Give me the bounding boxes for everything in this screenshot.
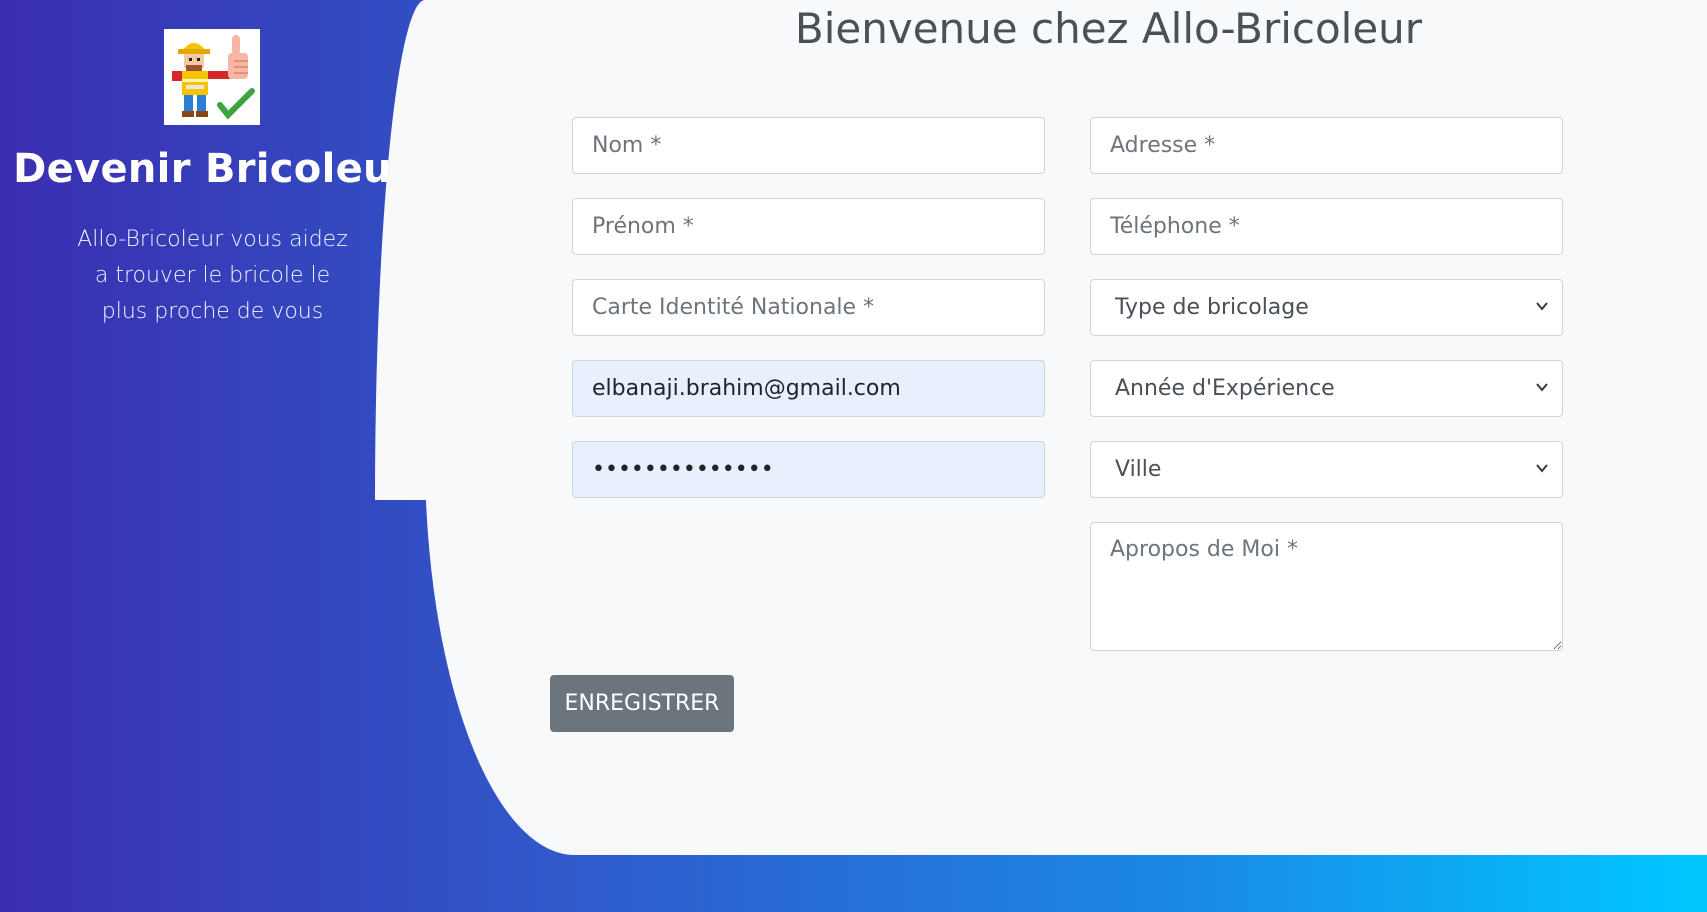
password-input[interactable] bbox=[572, 441, 1045, 498]
experience-select[interactable]: Année d'Expérience bbox=[1090, 360, 1563, 417]
type-bricolage-wrap: Type de bricolage bbox=[1090, 279, 1563, 336]
registration-panel: Bienvenue chez Allo-Bricoleur Type de br… bbox=[375, 0, 1707, 855]
experience-wrap: Année d'Expérience bbox=[1090, 360, 1563, 417]
cin-input[interactable] bbox=[572, 279, 1045, 336]
nom-input[interactable] bbox=[572, 117, 1045, 174]
ville-select[interactable]: Ville bbox=[1090, 441, 1563, 498]
sidebar-description: Allo-Bricoleur vous aidez a trouver le b… bbox=[77, 227, 348, 324]
apropos-textarea[interactable] bbox=[1090, 522, 1563, 651]
page-title: Bienvenue chez Allo-Bricoleur bbox=[794, 4, 1423, 53]
adresse-input[interactable] bbox=[1090, 117, 1563, 174]
prenom-input[interactable] bbox=[572, 198, 1045, 255]
type-bricolage-select[interactable]: Type de bricolage bbox=[1090, 279, 1563, 336]
sidebar: Devenir Bricoleur Allo-Bricoleur vous ai… bbox=[0, 0, 425, 912]
handyman-thumbs-up-icon bbox=[164, 29, 260, 125]
ville-wrap: Ville bbox=[1090, 441, 1563, 498]
sidebar-title: Devenir Bricoleur bbox=[13, 146, 412, 192]
telephone-input[interactable] bbox=[1090, 198, 1563, 255]
save-button[interactable]: ENREGISTRER bbox=[550, 675, 734, 732]
email-input[interactable] bbox=[572, 360, 1045, 417]
